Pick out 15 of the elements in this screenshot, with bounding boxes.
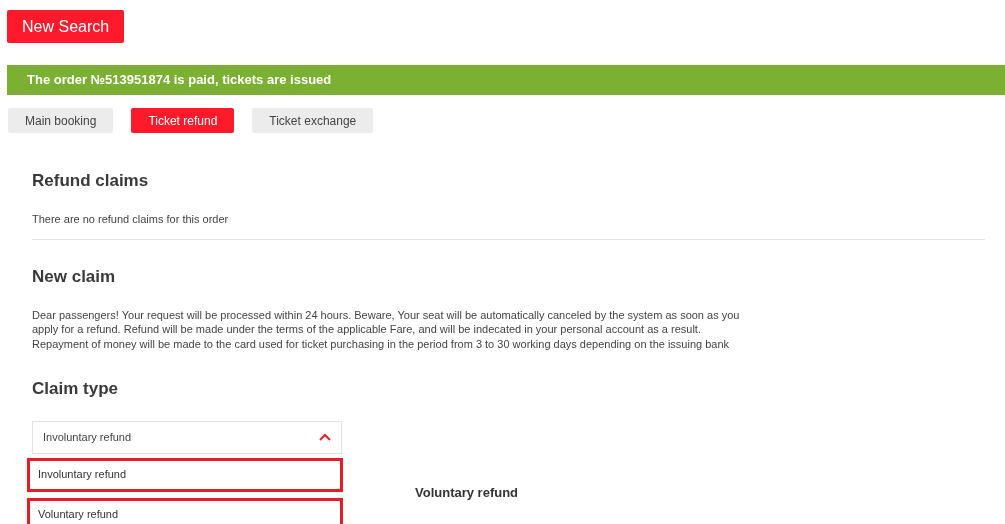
tab[interactable]: Main booking	[8, 108, 114, 133]
empty-message: There are no refund claims for this order	[32, 211, 230, 227]
tab[interactable]: Ticket exchange	[252, 108, 374, 133]
dropdown-option[interactable]: Involuntary refund	[27, 457, 343, 492]
status-banner: The order №513951874 is paid, tickets are issued	[7, 65, 1005, 95]
dropdown-option[interactable]: Voluntary refund	[27, 497, 343, 524]
section-title: Claim type	[32, 378, 119, 400]
section-title: Refund claims	[32, 170, 150, 192]
tab[interactable]: Ticket refund	[131, 108, 235, 133]
section-subtitle: Voluntary refund	[415, 483, 519, 502]
chevron-icon	[319, 433, 331, 441]
claim-type-dropdown[interactable]: Involuntary refund	[32, 420, 342, 454]
new-search-button[interactable]: New Search	[7, 10, 125, 43]
section-title: New claim	[32, 266, 117, 288]
notice-text: Dear passengers! Your request will be processed within 24 hours. Beware, Your seat will be automatically canceled by the system as soon as you apply for a refund. Refund will be made under the terms of the applicable Fare, and will be indecated in your personal account as a result. Repayment of money will be made to the card used for ticket purchasing in the period from 3 to 30 working days depending on the issuing bank	[32, 307, 741, 351]
